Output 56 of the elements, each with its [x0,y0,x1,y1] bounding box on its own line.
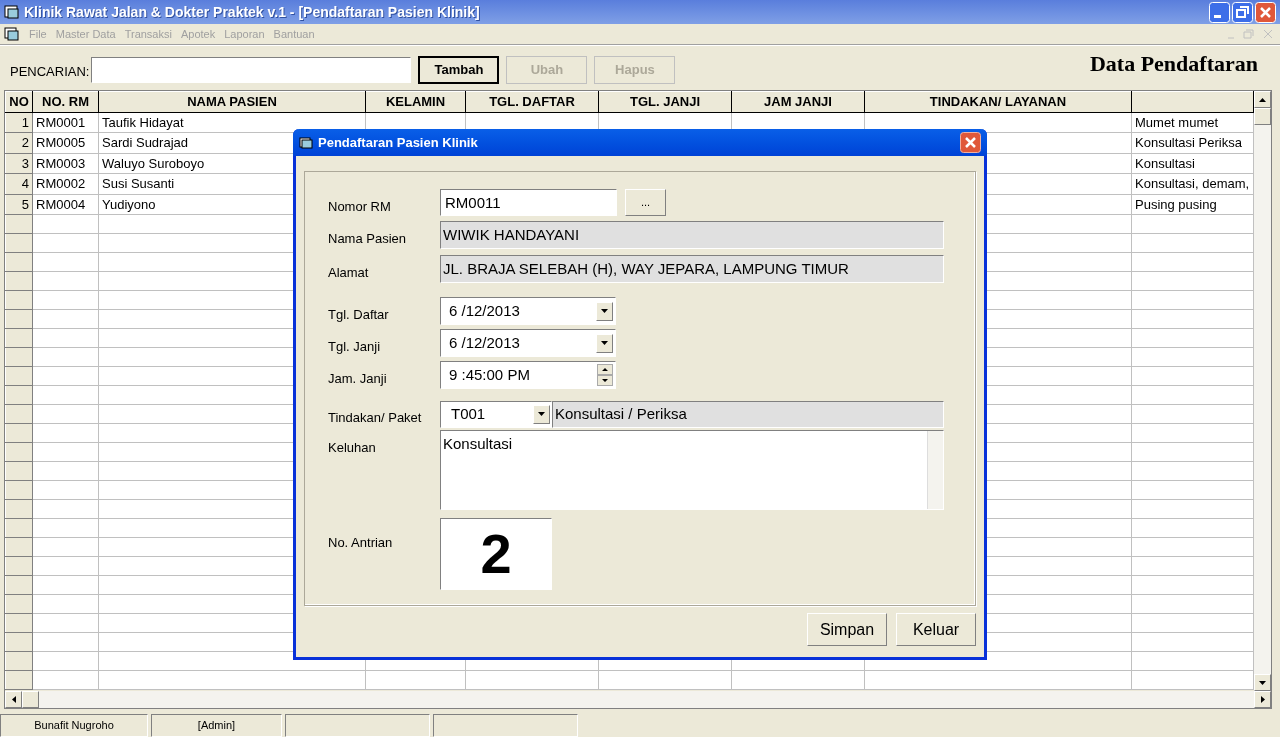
toolbar-button[interactable]: Tambah [418,56,500,84]
row-number: 3 [5,153,33,174]
row-number: 5 [5,194,33,215]
scroll-down-icon[interactable] [1259,680,1266,685]
minimize-icon[interactable] [1209,1,1230,23]
column-header[interactable]: NO. RM [32,91,99,112]
status-panel: Bunafit Nugroho [0,714,148,737]
field-label: Nama Pasien [328,230,408,249]
row-number: 4 [5,173,33,194]
field-label: Tgl. Daftar [328,306,390,325]
dialog-button[interactable]: Simpan [807,613,887,646]
page-heading: Data Pendaftaran [1089,49,1258,78]
vertical-scrollbar[interactable] [1254,91,1271,691]
field-label: Keluhan [328,439,377,457]
search-field[interactable] [91,57,412,83]
column-header[interactable]: NO [5,91,33,112]
scroll-left-icon[interactable] [11,696,16,703]
app-icon [4,4,20,20]
field-label: Alamat [328,264,370,283]
field-label: Tindakan/ Paket [328,409,423,428]
column-header[interactable]: TGL. DAFTAR [465,91,599,112]
field-label: No. Antrian [328,534,394,552]
queue-number: 2 [440,518,552,590]
time-picker[interactable]: 9 :45:00 PM [440,361,616,389]
column-header[interactable]: TGL. JANJI [598,91,732,112]
app-icon [4,27,20,41]
horizontal-scrollbar[interactable] [5,691,1271,708]
status-panel: [Admin] [151,714,282,737]
row-number: 1 [5,112,33,133]
readonly-field: JL. BRAJA SELEBAH (H), WAY JEPARA, LAMPUNG TIMUR [440,255,944,283]
readonly-field: WIWIK HANDAYANI [440,221,944,249]
field-label: Tgl. Janji [328,338,382,357]
field-label: Jam. Janji [328,370,388,389]
date-picker[interactable]: 6 /12/2013 [440,329,616,357]
dialog-button[interactable]: Keluar [896,613,976,646]
app-icon [299,136,313,149]
column-header[interactable]: JAM JANJI [731,91,865,112]
search-label: PENCARIAN: [10,63,90,82]
input-field[interactable]: RM0011 [440,189,617,216]
dropdown-field[interactable]: T001 [440,400,552,428]
scroll-thumb[interactable] [22,691,39,708]
date-picker[interactable]: 6 /12/2013 [440,297,616,325]
readonly-field: Konsultasi / Periksa [552,400,944,428]
scroll-thumb[interactable] [1254,108,1271,125]
restore-icon[interactable] [1232,1,1253,23]
scroll-up-icon[interactable] [1259,97,1266,102]
window-title: Klinik Rawat Jalan & Dokter Praktek v.1 - [Pendaftaran Pasien Klinik] [24,2,481,22]
column-header[interactable]: NAMA PASIEN [98,91,366,112]
text-area[interactable]: Konsultasi [440,430,944,510]
close-icon[interactable] [960,132,981,153]
row-number: 2 [5,132,33,153]
browse-button[interactable]: ... [625,189,666,216]
scroll-right-icon[interactable] [1260,696,1265,703]
spin-arrows-icon[interactable] [597,364,613,386]
column-header[interactable]: KELAMIN [365,91,466,112]
column-header[interactable]: TINDAKAN/ LAYANAN [864,91,1132,112]
